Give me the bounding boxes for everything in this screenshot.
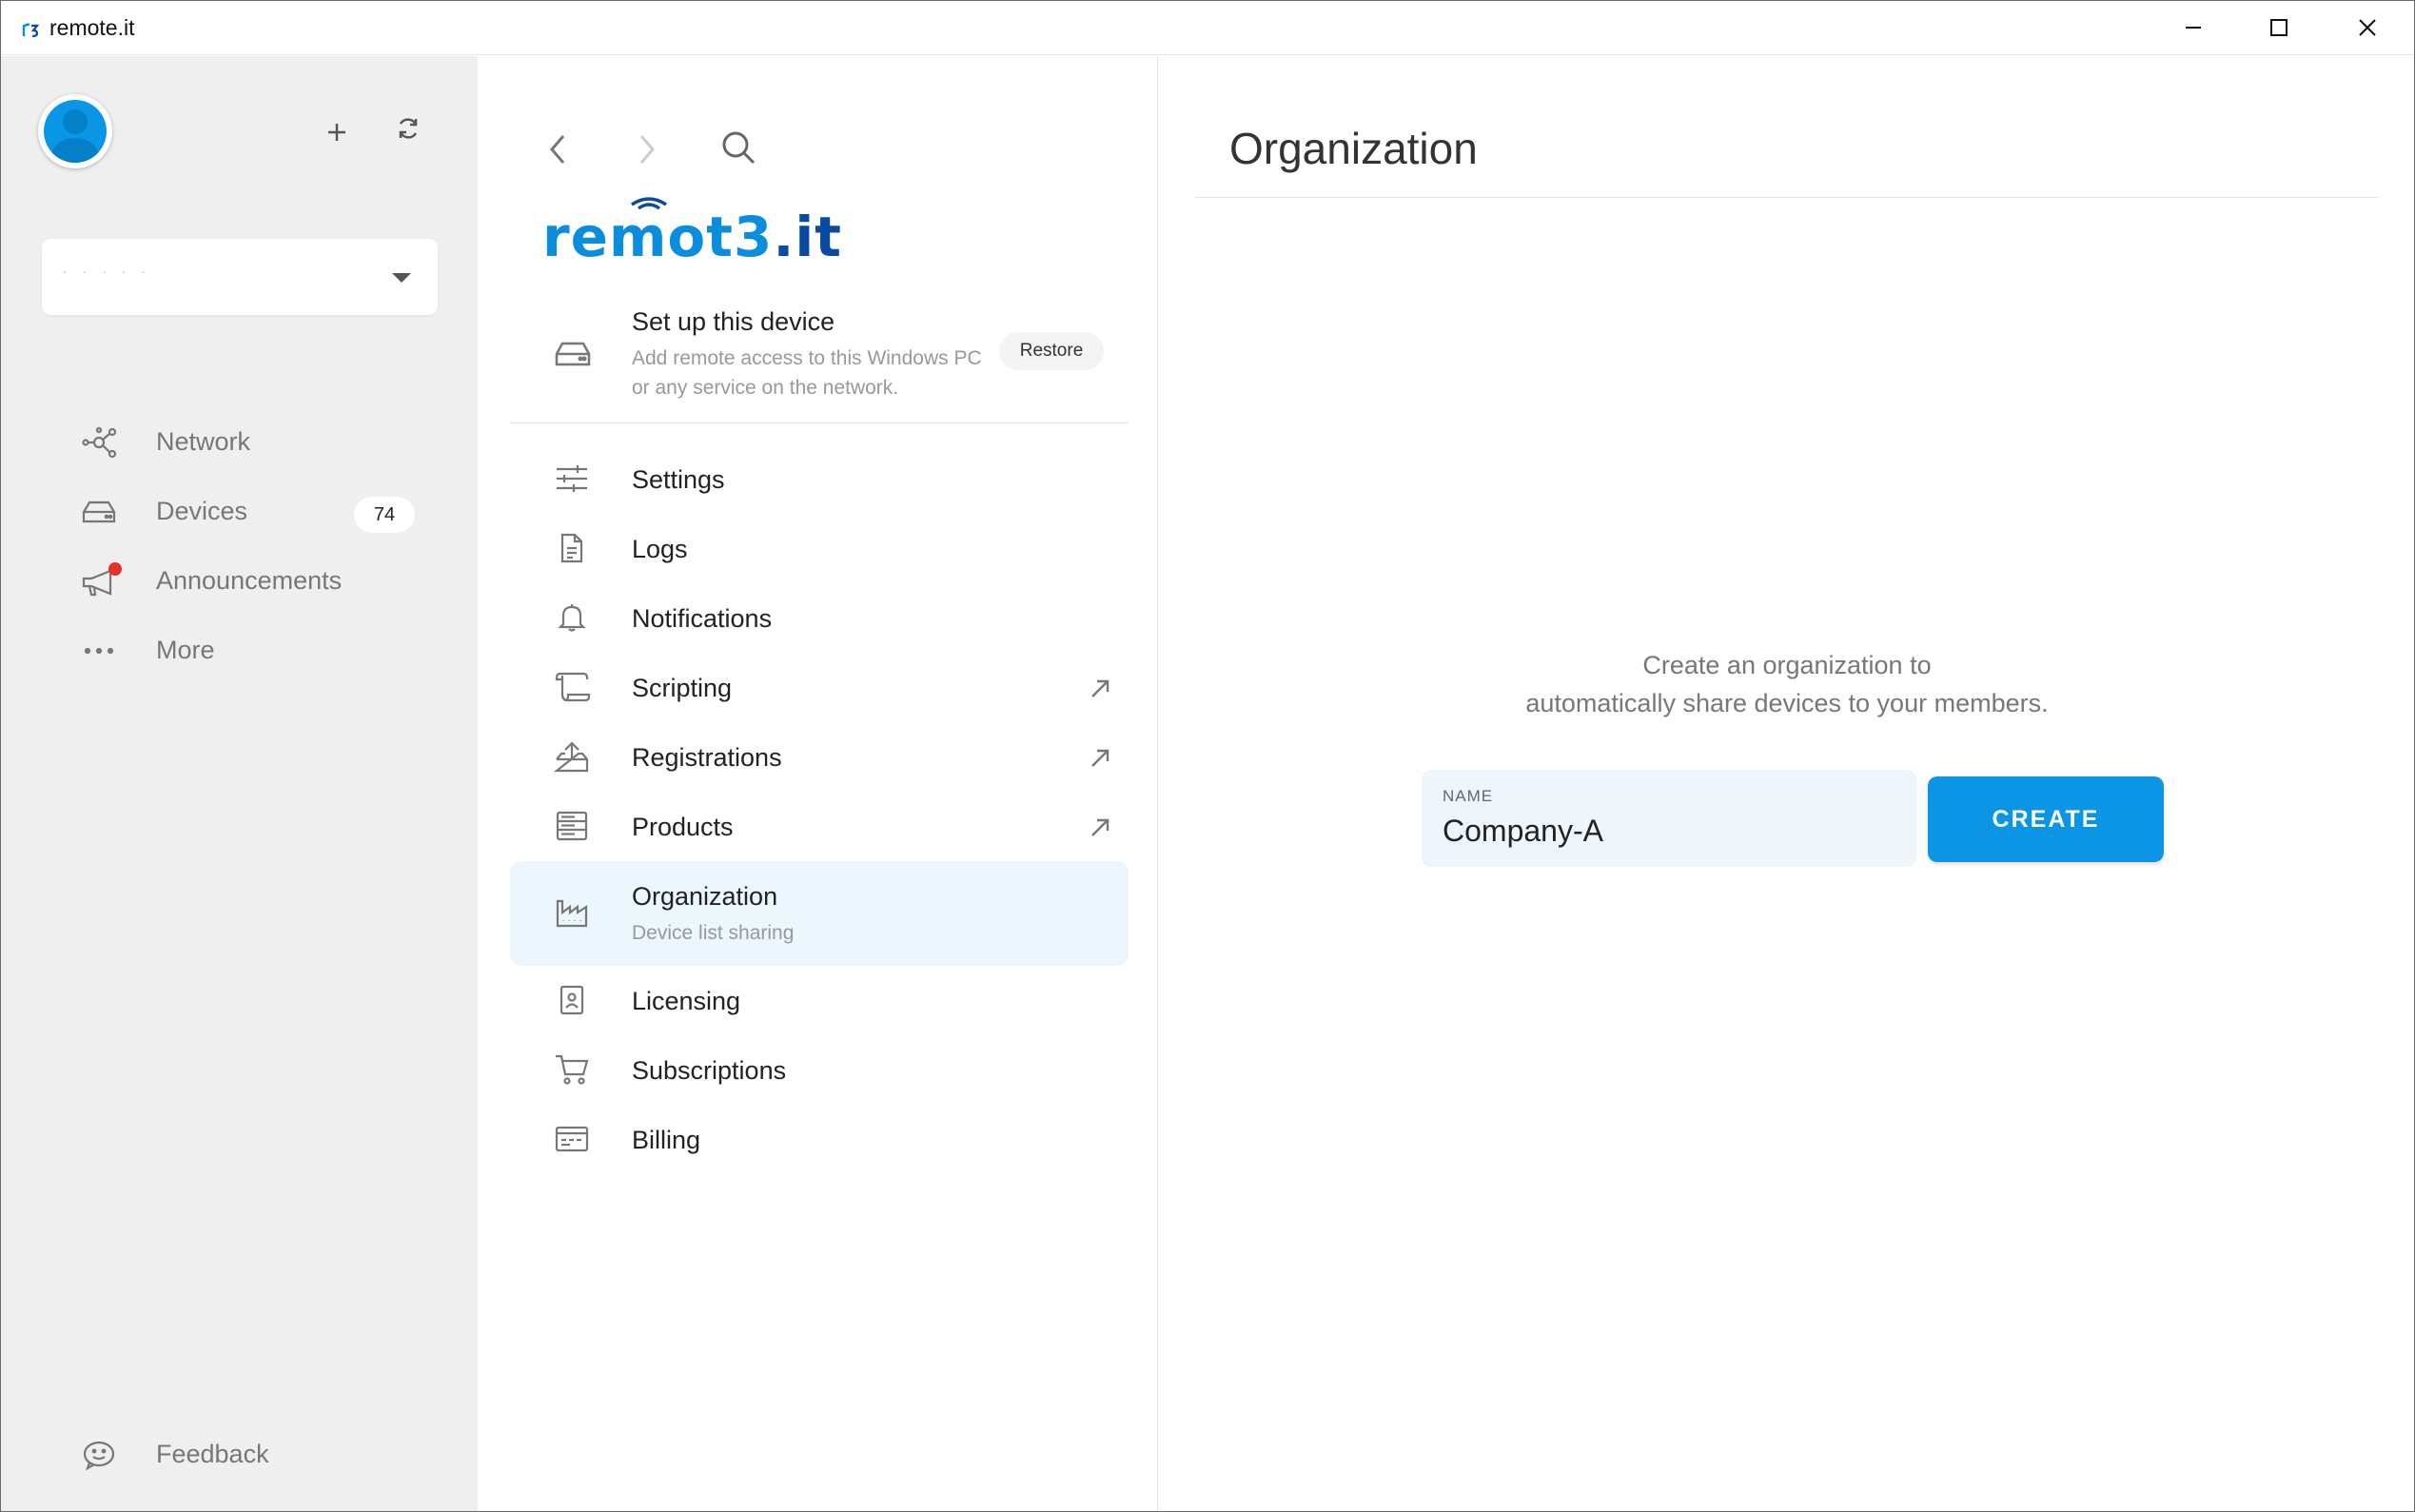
credit-card-icon [552, 1122, 592, 1156]
organization-name-input[interactable] [1443, 812, 1890, 850]
more-icon [76, 634, 122, 668]
refresh-icon [399, 118, 418, 139]
rail-item-label: Network [156, 427, 251, 456]
logo-wordmark: remot3.it [542, 205, 842, 269]
create-button[interactable]: CREATE [1928, 776, 2164, 862]
menu-item-settings[interactable]: Settings [510, 444, 1129, 514]
upload-tray-icon [552, 739, 592, 774]
left-rail: · · · · · Network Devices 74 Announcemen… [0, 56, 478, 1512]
feedback-icon [76, 1436, 122, 1474]
organization-name-field[interactable]: NAME [1422, 770, 1916, 867]
back-button[interactable] [529, 121, 586, 178]
menu-item-label: Organization [632, 882, 778, 911]
rail-item-label: Devices [156, 497, 248, 525]
add-button[interactable] [314, 109, 360, 155]
document-icon [552, 531, 592, 565]
name-field-label: NAME [1443, 787, 1494, 805]
menu-item-notifications[interactable]: Notifications [510, 583, 1129, 653]
settings-column: remot3.it Set up this device Add remote … [478, 56, 1158, 1512]
avatar[interactable] [38, 94, 112, 168]
rail-item-devices[interactable]: Devices 74 [0, 478, 478, 547]
rail-item-label: More [156, 636, 215, 664]
feedback-button[interactable]: Feedback [0, 1426, 478, 1483]
setup-title: Set up this device [632, 307, 835, 336]
refresh-button[interactable] [385, 106, 431, 151]
organization-panel: Organization Create an organization to a… [1159, 56, 2415, 1512]
rail-item-label: Announcements [156, 566, 343, 595]
scroll-icon [552, 670, 592, 704]
cart-icon [552, 1052, 592, 1087]
devices-icon [76, 495, 122, 529]
minimize-button[interactable] [2150, 0, 2236, 55]
settings-menu: Settings Logs Notifications Scripting Re… [510, 444, 1129, 1174]
account-select-value: · · · · · [63, 264, 151, 279]
description-line-1: Create an organization to [1642, 651, 1932, 679]
menu-item-registrations[interactable]: Registrations [510, 722, 1129, 792]
caret-down-icon [392, 273, 411, 283]
setup-subtitle: Add remote access to this Windows PC or … [632, 347, 982, 399]
server-rack-icon [552, 809, 592, 843]
menu-item-products[interactable]: Products [510, 792, 1129, 861]
window-title: remote.it [49, 15, 135, 40]
sliders-icon [552, 461, 592, 496]
feedback-label: Feedback [156, 1440, 269, 1468]
external-link-icon [1089, 816, 1111, 839]
chevron-right-icon [639, 135, 655, 164]
bell-icon [552, 600, 592, 635]
remoteit-app-icon [21, 17, 40, 38]
rail-item-more[interactable]: More [0, 617, 478, 686]
menu-item-label: Registrations [632, 743, 782, 772]
organization-description: Create an organization to automatically … [1378, 646, 2196, 722]
external-link-icon [1089, 677, 1111, 700]
account-select[interactable]: · · · · · [42, 239, 438, 315]
maximize-icon [2270, 19, 2287, 36]
menu-item-logs[interactable]: Logs [510, 514, 1129, 583]
menu-item-label: Subscriptions [632, 1056, 787, 1085]
menu-item-billing[interactable]: Billing [510, 1105, 1129, 1174]
close-button[interactable] [2325, 0, 2410, 55]
page-title: Organization [1229, 124, 1478, 173]
menu-item-subscriptions[interactable]: Subscriptions [510, 1035, 1129, 1105]
devices-count-badge: 74 [354, 497, 415, 533]
id-badge-icon [552, 983, 592, 1017]
description-line-2: automatically share devices to your memb… [1525, 689, 2049, 717]
close-icon [2359, 19, 2376, 36]
minimize-icon [2186, 27, 2201, 29]
remoteit-logo: remot3.it [542, 197, 841, 269]
forward-button[interactable] [618, 121, 676, 178]
menu-item-organization[interactable]: Organization Device list sharing [510, 861, 1129, 966]
restore-button[interactable]: Restore [999, 332, 1104, 370]
menu-item-label: Billing [632, 1126, 701, 1154]
user-icon [44, 100, 107, 163]
chevron-left-icon [550, 135, 565, 164]
rail-item-announcements[interactable]: Announcements [0, 547, 478, 617]
setup-device-item[interactable]: Set up this device Add remote access to … [510, 294, 1129, 423]
plus-icon [328, 124, 345, 141]
menu-item-label: Scripting [632, 674, 733, 702]
notification-dot [108, 562, 122, 576]
menu-item-label: Settings [632, 465, 725, 494]
network-icon [76, 425, 122, 460]
menu-item-label: Products [632, 813, 734, 841]
rail-nav: Network Devices 74 Announcements More [0, 408, 478, 686]
menu-item-subtitle: Device list sharing [632, 922, 795, 944]
industry-icon [552, 895, 592, 930]
search-button[interactable] [710, 119, 767, 176]
maximize-button[interactable] [2236, 0, 2322, 55]
external-link-icon [1089, 747, 1111, 770]
menu-item-label: Notifications [632, 604, 773, 633]
menu-item-licensing[interactable]: Licensing [510, 966, 1129, 1035]
menu-item-label: Licensing [632, 987, 741, 1015]
rail-item-network[interactable]: Network [0, 408, 478, 478]
hard-drive-icon [554, 340, 592, 368]
menu-item-scripting[interactable]: Scripting [510, 653, 1129, 722]
search-icon [722, 131, 756, 165]
title-divider [1195, 197, 2379, 198]
window-titlebar: remote.it [0, 0, 2415, 55]
menu-item-label: Logs [632, 535, 688, 563]
